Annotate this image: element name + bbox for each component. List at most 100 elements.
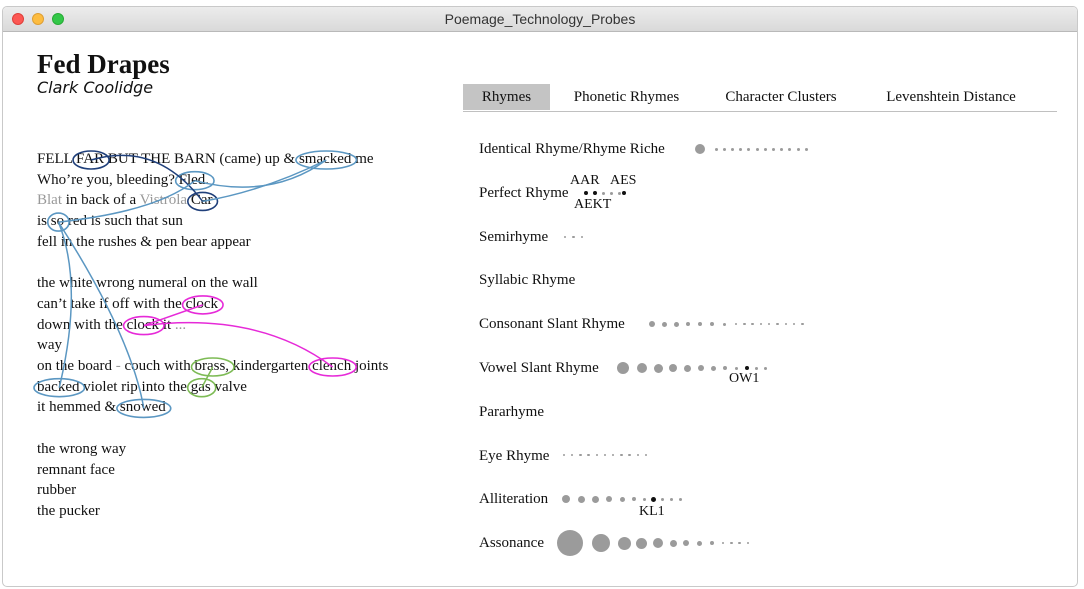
- rhyme-instance-dot[interactable]: [714, 147, 718, 151]
- rhyme-instance-dot[interactable]: [587, 453, 590, 457]
- tab-character-clusters[interactable]: Character Clusters: [706, 84, 856, 110]
- rhyme-instance-dot[interactable]: [801, 322, 804, 326]
- rhyme-instance-dot[interactable]: [804, 147, 808, 151]
- rhyme-instance-dot[interactable]: [730, 541, 733, 545]
- rhyme-instance-dot[interactable]: [636, 453, 640, 457]
- rhyme-instance-dot[interactable]: [635, 537, 647, 549]
- rhyme-type-semirhyme[interactable]: Semirhyme: [479, 229, 548, 246]
- rhyme-instance-dot[interactable]: [734, 366, 738, 370]
- rhyme-instance-dot[interactable]: [754, 366, 758, 370]
- rhyme-instance-dot[interactable]: [721, 541, 725, 545]
- rhyme-instance-dot[interactable]: [784, 322, 788, 326]
- rhyme-instance-dot[interactable]: [557, 530, 583, 556]
- rhyme-instance-dot[interactable]: [738, 541, 741, 545]
- rhyme-instance-dot[interactable]: [722, 322, 726, 326]
- rhyme-instance-dot[interactable]: [669, 364, 677, 372]
- rhyme-word-smacked[interactable]: smacked: [299, 151, 351, 167]
- rhyme-instance-dot[interactable]: [710, 541, 714, 545]
- rhyme-instance-dot[interactable]: [650, 496, 656, 502]
- rhyme-instance-dot[interactable]: [620, 453, 623, 457]
- rhyme-instance-dot[interactable]: [743, 322, 746, 326]
- rhyme-instance-dot[interactable]: [562, 495, 570, 503]
- rhyme-instance-dot[interactable]: [776, 322, 779, 326]
- rhyme-instance-dot[interactable]: [584, 191, 588, 195]
- rhyme-instance-dot[interactable]: [595, 453, 599, 457]
- rhyme-instance-dot[interactable]: [653, 363, 663, 373]
- rhyme-instance-dot[interactable]: [678, 497, 682, 501]
- rhyme-type-perfect-rhyme[interactable]: Perfect Rhyme: [479, 185, 569, 202]
- rhyme-instance-dot[interactable]: [619, 496, 625, 502]
- rhyme-instance-dot[interactable]: [669, 539, 677, 547]
- rhyme-instance-dot[interactable]: [698, 322, 702, 326]
- rhyme-instance-dot[interactable]: [579, 453, 582, 457]
- rhyme-type-consonant-slant-rhyme[interactable]: Consonant Slant Rhyme: [479, 316, 625, 333]
- rhyme-instance-dot[interactable]: [572, 235, 575, 239]
- rhyme-instance-dot[interactable]: [661, 321, 667, 327]
- rhyme-word-car[interactable]: Car: [191, 192, 213, 208]
- rhyme-instance-dot[interactable]: [755, 147, 759, 151]
- rhyme-instance-dot[interactable]: [653, 538, 663, 548]
- rhyme-type-pararhyme[interactable]: Pararhyme: [479, 404, 544, 421]
- rhyme-instance-dot[interactable]: [696, 540, 702, 546]
- rhyme-word-clench[interactable]: clench: [312, 358, 351, 374]
- rhyme-instance-dot[interactable]: [617, 191, 621, 195]
- rhyme-instance-dot[interactable]: [591, 495, 599, 503]
- rhyme-type-alliteration[interactable]: Alliteration: [479, 491, 548, 508]
- rhyme-word-clock1[interactable]: clock: [186, 296, 218, 312]
- rhyme-instance-dot[interactable]: [644, 453, 648, 457]
- rhyme-instance-dot[interactable]: [730, 147, 734, 151]
- rhyme-word-snowed[interactable]: snowed: [120, 399, 166, 415]
- rhyme-instance-dot[interactable]: [788, 147, 792, 151]
- rhyme-word-backed[interactable]: backed: [37, 379, 79, 395]
- rhyme-word-so[interactable]: so: [51, 213, 64, 229]
- rhyme-type-vowel-slant-rhyme[interactable]: Vowel Slant Rhyme: [479, 360, 599, 377]
- rhyme-instance-dot[interactable]: [710, 322, 714, 326]
- rhyme-instance-dot[interactable]: [683, 364, 691, 372]
- rhyme-instance-dot[interactable]: [780, 147, 784, 151]
- tab-phonetic-rhymes[interactable]: Phonetic Rhymes: [554, 84, 699, 110]
- rhyme-instance-dot[interactable]: [617, 362, 629, 374]
- rhyme-instance-dot[interactable]: [698, 365, 704, 371]
- rhyme-instance-dot[interactable]: [570, 453, 574, 457]
- rhyme-instance-dot[interactable]: [637, 363, 647, 373]
- tab-rhymes[interactable]: Rhymes: [463, 84, 550, 110]
- rhyme-instance-dot[interactable]: [660, 497, 664, 501]
- rhyme-instance-dot[interactable]: [734, 322, 738, 326]
- rhyme-instance-dot[interactable]: [617, 536, 631, 550]
- rhyme-instance-dot[interactable]: [562, 453, 566, 457]
- rhyme-instance-dot[interactable]: [593, 191, 597, 195]
- rhyme-word-brass[interactable]: brass,: [194, 358, 229, 374]
- rhyme-instance-dot[interactable]: [747, 147, 751, 151]
- rhyme-instance-dot[interactable]: [609, 191, 613, 195]
- rhyme-instance-dot[interactable]: [563, 235, 567, 239]
- rhyme-instance-dot[interactable]: [622, 191, 626, 195]
- rhyme-instance-dot[interactable]: [632, 497, 636, 501]
- rhyme-instance-dot[interactable]: [669, 497, 673, 501]
- rhyme-word-gas[interactable]: gas: [191, 379, 211, 395]
- rhyme-instance-dot[interactable]: [603, 453, 607, 457]
- rhyme-instance-dot[interactable]: [739, 147, 743, 151]
- rhyme-instance-dot[interactable]: [673, 321, 679, 327]
- rhyme-instance-dot[interactable]: [792, 322, 796, 326]
- rhyme-type-identical-rhyme-rhyme-riche[interactable]: Identical Rhyme/Rhyme Riche: [479, 141, 665, 158]
- rhyme-instance-dot[interactable]: [796, 147, 800, 151]
- rhyme-word-fled[interactable]: Fled.: [179, 172, 209, 188]
- rhyme-instance-dot[interactable]: [695, 144, 705, 154]
- rhyme-instance-dot[interactable]: [580, 235, 584, 239]
- rhyme-instance-dot[interactable]: [767, 322, 771, 326]
- rhyme-instance-dot[interactable]: [577, 495, 585, 503]
- tab-levenshtein-distance[interactable]: Levenshtein Distance: [865, 84, 1037, 110]
- rhyme-instance-dot[interactable]: [763, 147, 767, 151]
- rhyme-instance-dot[interactable]: [771, 147, 775, 151]
- rhyme-instance-dot[interactable]: [710, 365, 716, 371]
- rhyme-instance-dot[interactable]: [746, 541, 750, 545]
- rhyme-instance-dot[interactable]: [606, 496, 612, 502]
- rhyme-type-assonance[interactable]: Assonance: [479, 535, 544, 552]
- rhyme-instance-dot[interactable]: [745, 366, 749, 370]
- rhyme-instance-dot[interactable]: [642, 497, 646, 501]
- rhyme-instance-dot[interactable]: [686, 322, 690, 326]
- rhyme-word-far[interactable]: FAR: [76, 151, 104, 167]
- rhyme-instance-dot[interactable]: [723, 366, 727, 370]
- rhyme-instance-dot[interactable]: [751, 322, 754, 326]
- rhyme-instance-dot[interactable]: [722, 147, 726, 151]
